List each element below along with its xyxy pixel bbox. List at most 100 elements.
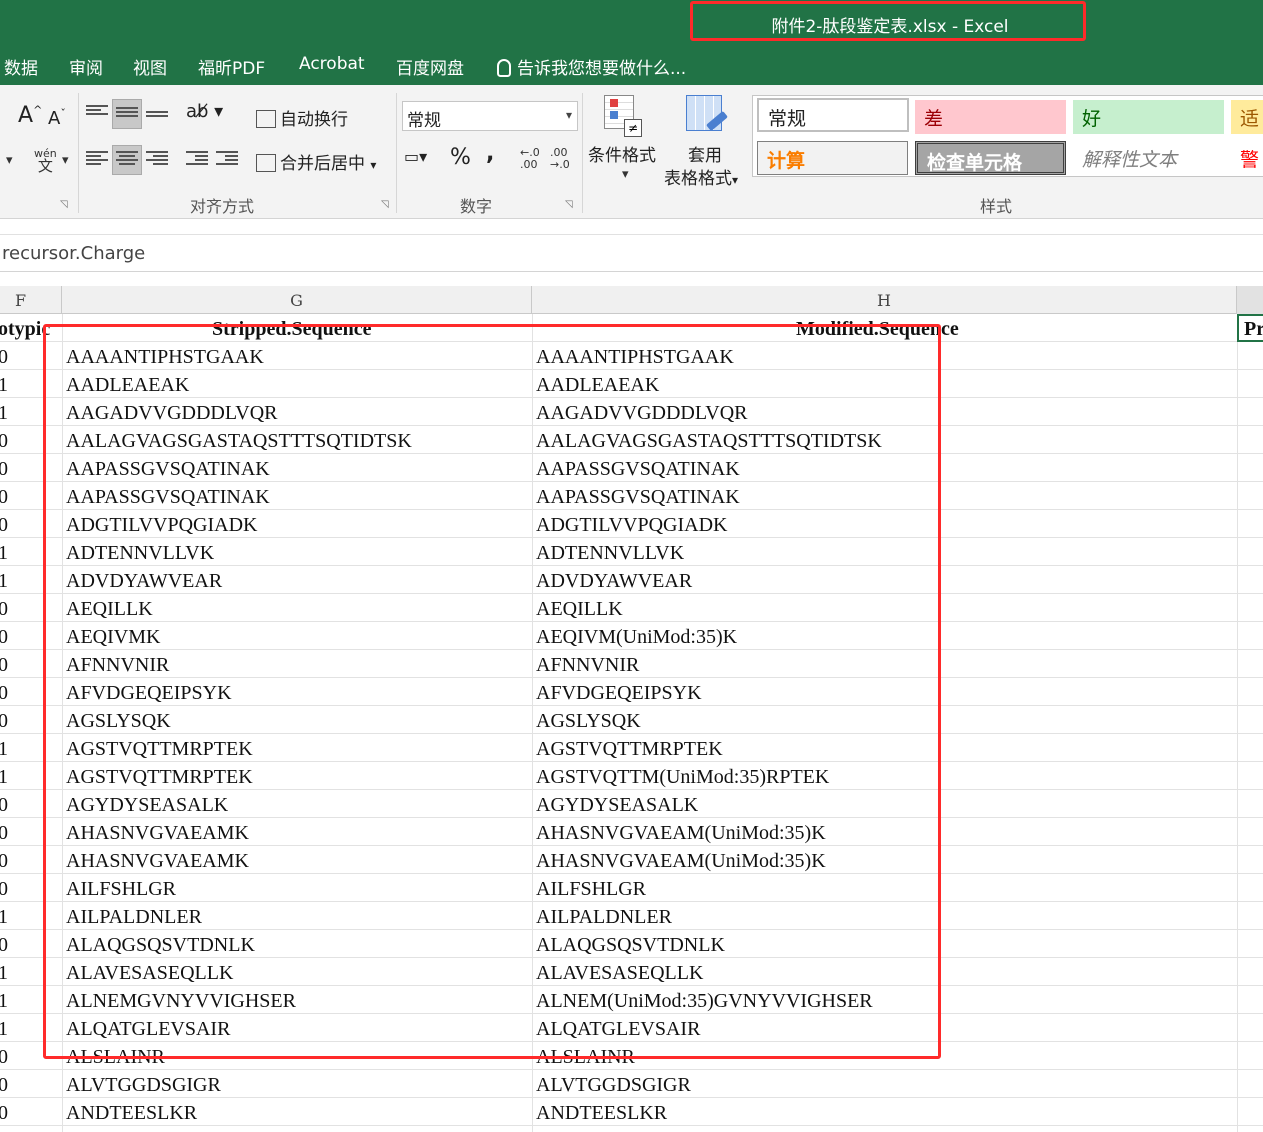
phonetic-guide-icon[interactable]: wén 文 xyxy=(34,147,57,175)
formula-bar-content: recursor.Charge xyxy=(2,243,146,264)
cell-f[interactable]: 1 xyxy=(0,958,8,986)
tab-data[interactable]: 数据 xyxy=(4,54,38,79)
number-format-value: 常规 xyxy=(407,111,441,131)
style-normal[interactable]: 常规 xyxy=(757,98,909,132)
font-shrink-icon[interactable]: Aˇ xyxy=(48,107,66,129)
wrap-text-icon xyxy=(256,110,276,128)
cell-f[interactable]: 0 xyxy=(0,790,8,818)
cell-f[interactable]: 1 xyxy=(0,762,8,790)
column-header-f[interactable]: F xyxy=(0,286,62,314)
cell-f[interactable]: 1 xyxy=(0,398,8,426)
conditional-format-button[interactable]: 条件格式 xyxy=(588,141,656,166)
cell-f[interactable]: 0 xyxy=(0,454,8,482)
increase-decimal-icon[interactable]: ←.0.00 xyxy=(520,147,540,171)
data-highlight-box xyxy=(43,324,941,1059)
cell-f[interactable]: 0 xyxy=(0,1070,8,1098)
dialog-launcher-icon[interactable]: ◹ xyxy=(60,199,68,210)
font-grow-icon[interactable]: A^ xyxy=(18,103,42,128)
cell-f[interactable]: 0 xyxy=(0,818,8,846)
chevron-down-icon[interactable]: ▾ xyxy=(62,153,69,168)
phonetic-bottom: 文 xyxy=(37,157,53,175)
cell-f[interactable]: 0 xyxy=(0,622,8,650)
merge-center-button[interactable]: 合并后居中 ▾ xyxy=(256,149,376,174)
cell-f[interactable]: 0 xyxy=(0,482,8,510)
column-header-h[interactable]: H xyxy=(532,286,1237,314)
tell-me-box[interactable]: 告诉我您想要做什么... xyxy=(497,54,686,79)
formula-bar[interactable]: recursor.Charge xyxy=(0,234,1263,272)
alignment-group-label: 对齐方式 xyxy=(190,197,255,216)
group-separator xyxy=(396,93,397,213)
cell-f[interactable]: 0 xyxy=(0,678,8,706)
wrap-text-button[interactable]: 自动换行 xyxy=(256,105,348,130)
tab-baidu-netdisk[interactable]: 百度网盘 xyxy=(396,54,464,79)
table-format-label-2[interactable]: 表格格式▾ xyxy=(664,164,738,189)
chevron-down-icon[interactable]: ▾ xyxy=(622,167,629,182)
cell-f[interactable]: 1 xyxy=(0,986,8,1014)
cell-h[interactable]: ALVTGGDSGIGR xyxy=(536,1070,691,1098)
align-top-icon[interactable] xyxy=(86,103,108,121)
cell-f[interactable]: 1 xyxy=(0,538,8,566)
cell-f[interactable]: 1 xyxy=(0,370,8,398)
selected-cell-i[interactable] xyxy=(1237,314,1263,342)
cell-f[interactable]: 0 xyxy=(0,706,8,734)
cell-f[interactable]: 1 xyxy=(0,902,8,930)
styles-group-label: 样式 xyxy=(980,197,1013,216)
style-neutral[interactable]: 适 xyxy=(1231,100,1263,134)
tab-acrobat[interactable]: Acrobat xyxy=(299,54,365,74)
title-highlight-box xyxy=(690,1,1086,41)
increase-indent-icon[interactable] xyxy=(216,149,238,167)
cell-h[interactable]: ANDTEESLKR xyxy=(536,1098,667,1126)
cell-f[interactable]: 0 xyxy=(0,426,8,454)
align-center-icon xyxy=(116,149,138,167)
number-format-combo[interactable]: 常规 ▾ xyxy=(402,101,578,131)
chevron-down-icon[interactable]: ▾ xyxy=(6,153,13,168)
cell-f[interactable]: 0 xyxy=(0,1098,8,1126)
align-right-icon[interactable] xyxy=(146,149,168,167)
chevron-down-icon: ▾ xyxy=(370,158,377,172)
table-format-icon[interactable] xyxy=(686,95,730,139)
cell-f[interactable]: 1 xyxy=(0,566,8,594)
style-bad[interactable]: 差 xyxy=(915,100,1066,134)
decrease-indent-icon[interactable] xyxy=(186,149,208,167)
style-explanatory[interactable]: 解释性文本 xyxy=(1073,141,1224,175)
align-bottom-icon[interactable] xyxy=(146,109,168,127)
merge-center-icon xyxy=(256,154,276,172)
style-good[interactable]: 好 xyxy=(1073,100,1224,134)
cell-f[interactable]: 0 xyxy=(0,650,8,678)
formula-gap xyxy=(0,272,1263,286)
comma-style-button[interactable]: , xyxy=(486,141,494,166)
cell-f[interactable]: 1 xyxy=(0,734,8,762)
table-format-label-2-text: 表格格式 xyxy=(664,169,732,189)
tab-review[interactable]: 审阅 xyxy=(69,54,103,79)
cell-f[interactable]: 0 xyxy=(0,930,8,958)
wrap-text-label: 自动换行 xyxy=(280,110,348,130)
chevron-down-icon: ▾ xyxy=(565,108,572,122)
cell-g[interactable]: ALVTGGDSGIGR xyxy=(66,1070,221,1098)
cell-g[interactable]: ANDTEESLKR xyxy=(66,1098,197,1126)
cell-f[interactable]: 0 xyxy=(0,846,8,874)
align-left-icon[interactable] xyxy=(86,149,108,167)
accounting-format-icon[interactable]: ▭▾ xyxy=(404,147,427,166)
cell-f[interactable]: 1 xyxy=(0,1014,8,1042)
cell-f[interactable]: 0 xyxy=(0,594,8,622)
cell-f[interactable]: 0 xyxy=(0,874,8,902)
percent-style-button[interactable]: % xyxy=(450,145,471,170)
ribbon: A^ Aˇ wén 文 ▾ ▾ ab̸ ▾ 自动换行 合并后居中 ▾ 对齐方式 … xyxy=(0,85,1263,219)
column-header-g[interactable]: G xyxy=(62,286,532,314)
ribbon-gap xyxy=(0,219,1263,234)
tab-view[interactable]: 视图 xyxy=(133,54,167,79)
table-format-label-1[interactable]: 套用 xyxy=(688,141,722,166)
cell-f[interactable]: 0 xyxy=(0,342,8,370)
dialog-launcher-icon[interactable]: ◹ xyxy=(565,199,573,210)
style-warning[interactable]: 警 xyxy=(1231,141,1263,175)
column-header-i[interactable] xyxy=(1237,286,1263,314)
style-calculation[interactable]: 计算 xyxy=(757,141,908,175)
orientation-icon[interactable]: ab̸ ▾ xyxy=(186,101,223,122)
conditional-format-icon[interactable]: ≠ xyxy=(604,95,644,139)
cell-f[interactable]: 0 xyxy=(0,510,8,538)
decrease-decimal-icon[interactable]: .00 →.0 xyxy=(550,147,570,171)
tab-foxit-pdf[interactable]: 福昕PDF xyxy=(198,54,265,79)
style-check-cell[interactable]: 检查单元格 xyxy=(915,141,1066,175)
dialog-launcher-icon[interactable]: ◹ xyxy=(381,199,389,210)
cell-f[interactable]: 0 xyxy=(0,1042,8,1070)
